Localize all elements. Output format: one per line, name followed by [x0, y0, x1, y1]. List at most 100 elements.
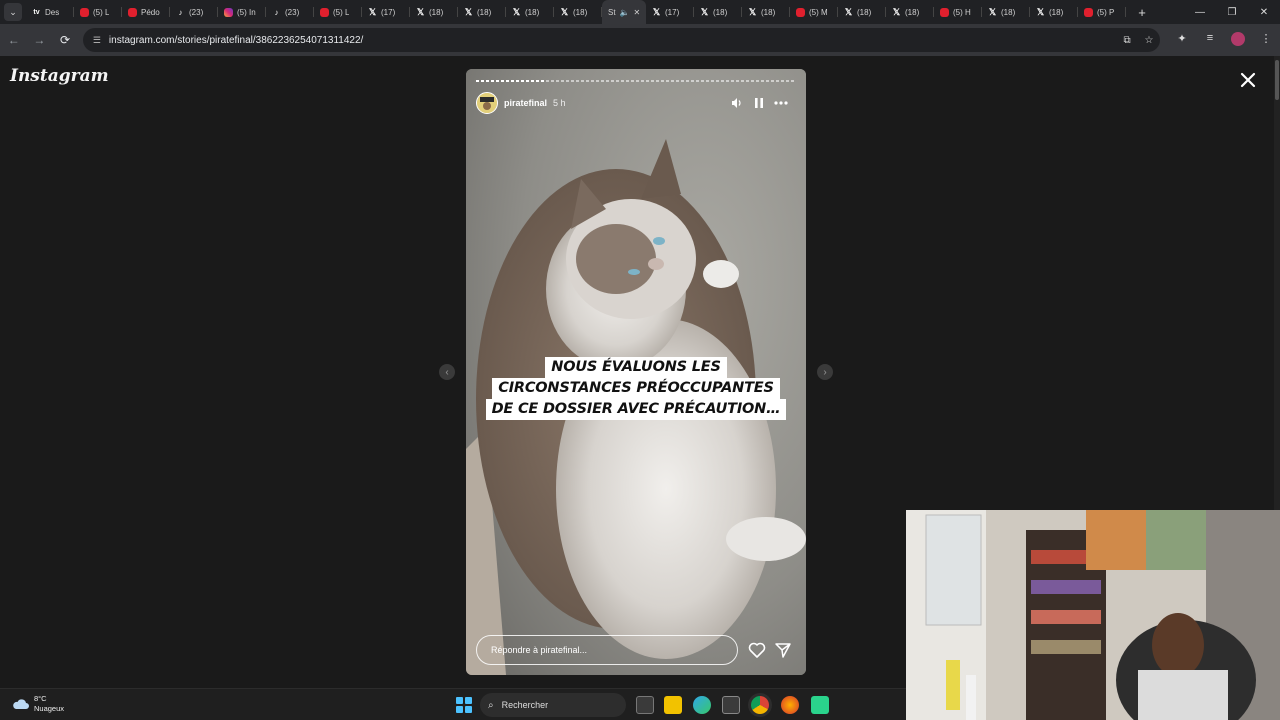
search-label: Rechercher: [501, 700, 549, 710]
story-caption: NOUS ÉVALUONS LES CIRCONSTANCES PRÉOCCUP…: [466, 357, 806, 420]
share-send-icon[interactable]: [773, 640, 793, 660]
firefox-icon[interactable]: [781, 696, 799, 714]
tab-label: (18): [761, 7, 776, 17]
windows-start-icon[interactable]: [456, 697, 472, 713]
youtube-favicon-icon: [128, 7, 137, 17]
story-header: piratefinal 5 h: [476, 92, 796, 114]
tab[interactable]: ♪ (23): [266, 0, 314, 24]
x-favicon-icon: 𝕏: [748, 6, 757, 17]
caption-line: NOUS ÉVALUONS LES: [545, 357, 727, 378]
tab-strip: ⌄ tv Des (5) L Pédo ♪ (23) (5) In ♪ (23) (5) L 𝕏 (1…: [0, 0, 1280, 24]
menu-icon[interactable]: ⋮: [1252, 32, 1280, 49]
tab[interactable]: 𝕏 (18): [554, 0, 602, 24]
more-options-icon[interactable]: [774, 96, 788, 110]
x-favicon-icon: 𝕏: [892, 6, 901, 17]
tab[interactable]: ♪ (23): [170, 0, 218, 24]
window-controls: — ❐ ✕: [1184, 0, 1280, 24]
tab[interactable]: (5) P: [1078, 0, 1126, 24]
tab[interactable]: 𝕏 (18): [694, 0, 742, 24]
tab-active[interactable]: St 🔈 ✕: [602, 0, 646, 24]
close-window-icon[interactable]: ✕: [1248, 0, 1280, 24]
instagram-favicon-icon: [224, 7, 233, 17]
pause-icon[interactable]: [752, 96, 766, 110]
tab-label: (18): [477, 7, 492, 17]
tab[interactable]: (5) M: [790, 0, 838, 24]
tab[interactable]: 𝕏 (18): [458, 0, 506, 24]
media-control-icon[interactable]: ≡: [1196, 32, 1224, 49]
x-favicon-icon: 𝕏: [700, 6, 709, 17]
weather-widget[interactable]: 8°C Nuageux: [12, 694, 64, 714]
tiktok-favicon-icon: ♪: [178, 7, 183, 17]
instagram-logo[interactable]: Instagram: [10, 66, 109, 86]
address-bar[interactable]: ☰ instagram.com/stories/piratefinal/3862…: [82, 28, 1161, 52]
url-text[interactable]: instagram.com/stories/piratefinal/386223…: [109, 35, 1116, 46]
minimize-icon[interactable]: —: [1184, 0, 1216, 24]
x-favicon-icon: 𝕏: [988, 6, 997, 17]
story-username[interactable]: piratefinal: [504, 98, 547, 108]
tab[interactable]: (5) L: [74, 0, 122, 24]
taskbar-search[interactable]: ⌕ Rechercher: [480, 693, 626, 717]
edge-icon[interactable]: [693, 696, 711, 714]
x-favicon-icon: 𝕏: [368, 6, 377, 17]
chrome-icon[interactable]: [751, 696, 769, 714]
tab[interactable]: 𝕏 (18): [742, 0, 790, 24]
bookmark-star-icon[interactable]: ☆: [1138, 35, 1160, 46]
tab[interactable]: 𝕏 (18): [886, 0, 934, 24]
tv-favicon-icon: tv: [33, 8, 40, 16]
store-icon[interactable]: [722, 696, 740, 714]
like-heart-icon[interactable]: [747, 640, 767, 660]
app-icon[interactable]: [811, 696, 829, 714]
task-view-icon[interactable]: [636, 696, 654, 714]
tab-label: (18): [857, 7, 872, 17]
close-story-icon[interactable]: [1236, 68, 1260, 92]
tab[interactable]: 𝕏 (18): [506, 0, 554, 24]
install-app-icon[interactable]: ⧉: [1116, 35, 1138, 46]
tab-label: (17): [381, 7, 396, 17]
tab[interactable]: tv Des: [26, 0, 74, 24]
reply-input[interactable]: Répondre à piratefinal...: [476, 635, 738, 665]
story-viewer[interactable]: piratefinal 5 h NOUS ÉVALUONS LES CIRCON…: [466, 69, 806, 675]
tab-label: (23): [285, 7, 300, 17]
site-info-icon[interactable]: ☰: [93, 35, 101, 46]
restore-icon[interactable]: ❐: [1216, 0, 1248, 24]
tab[interactable]: (5) In: [218, 0, 266, 24]
next-story-arrow-icon[interactable]: ›: [817, 364, 833, 380]
tab[interactable]: (5) H: [934, 0, 982, 24]
new-tab-button[interactable]: +: [1132, 5, 1152, 20]
tab[interactable]: 𝕏 (17): [362, 0, 410, 24]
volume-icon[interactable]: [730, 96, 744, 110]
tab-audio-icon[interactable]: 🔈: [620, 8, 630, 17]
browser-toolbar: ← → ⟳ ☰ instagram.com/stories/piratefina…: [0, 24, 1280, 56]
tab[interactable]: 𝕏 (18): [1030, 0, 1078, 24]
screen: ⌄ tv Des (5) L Pédo ♪ (23) (5) In ♪ (23) (5) L 𝕏 (1…: [0, 0, 1280, 720]
tab[interactable]: 𝕏 (18): [410, 0, 458, 24]
tab-label: (18): [429, 7, 444, 17]
file-explorer-icon[interactable]: [664, 696, 682, 714]
tab[interactable]: Pédo: [122, 0, 170, 24]
tab-label: (5) L: [93, 7, 110, 17]
forward-icon[interactable]: →: [28, 28, 52, 52]
tab[interactable]: 𝕏 (18): [982, 0, 1030, 24]
previous-story-arrow-icon[interactable]: ‹: [439, 364, 455, 380]
tab-label: (18): [905, 7, 920, 17]
webcam-feed-image: [906, 510, 1280, 720]
story-controls: [730, 96, 788, 110]
x-favicon-icon: 𝕏: [560, 6, 569, 17]
extensions-icon[interactable]: ✦: [1168, 32, 1196, 49]
youtube-favicon-icon: [796, 7, 805, 17]
reload-icon[interactable]: ⟳: [53, 28, 77, 52]
tab-label: Des: [45, 7, 60, 17]
tiktok-favicon-icon: ♪: [274, 7, 279, 17]
tab[interactable]: (5) L: [314, 0, 362, 24]
story-user-avatar[interactable]: [476, 92, 498, 114]
youtube-favicon-icon: [1084, 7, 1093, 17]
tab-label: (17): [665, 7, 680, 17]
x-favicon-icon: 𝕏: [1036, 6, 1045, 17]
tab-search-button[interactable]: ⌄: [4, 3, 22, 21]
profile-avatar[interactable]: [1224, 31, 1252, 49]
tab[interactable]: 𝕏 (17): [646, 0, 694, 24]
tab[interactable]: 𝕏 (18): [838, 0, 886, 24]
back-icon[interactable]: ←: [2, 28, 26, 52]
tab-close-icon[interactable]: ✕: [634, 8, 641, 17]
x-favicon-icon: 𝕏: [416, 6, 425, 17]
